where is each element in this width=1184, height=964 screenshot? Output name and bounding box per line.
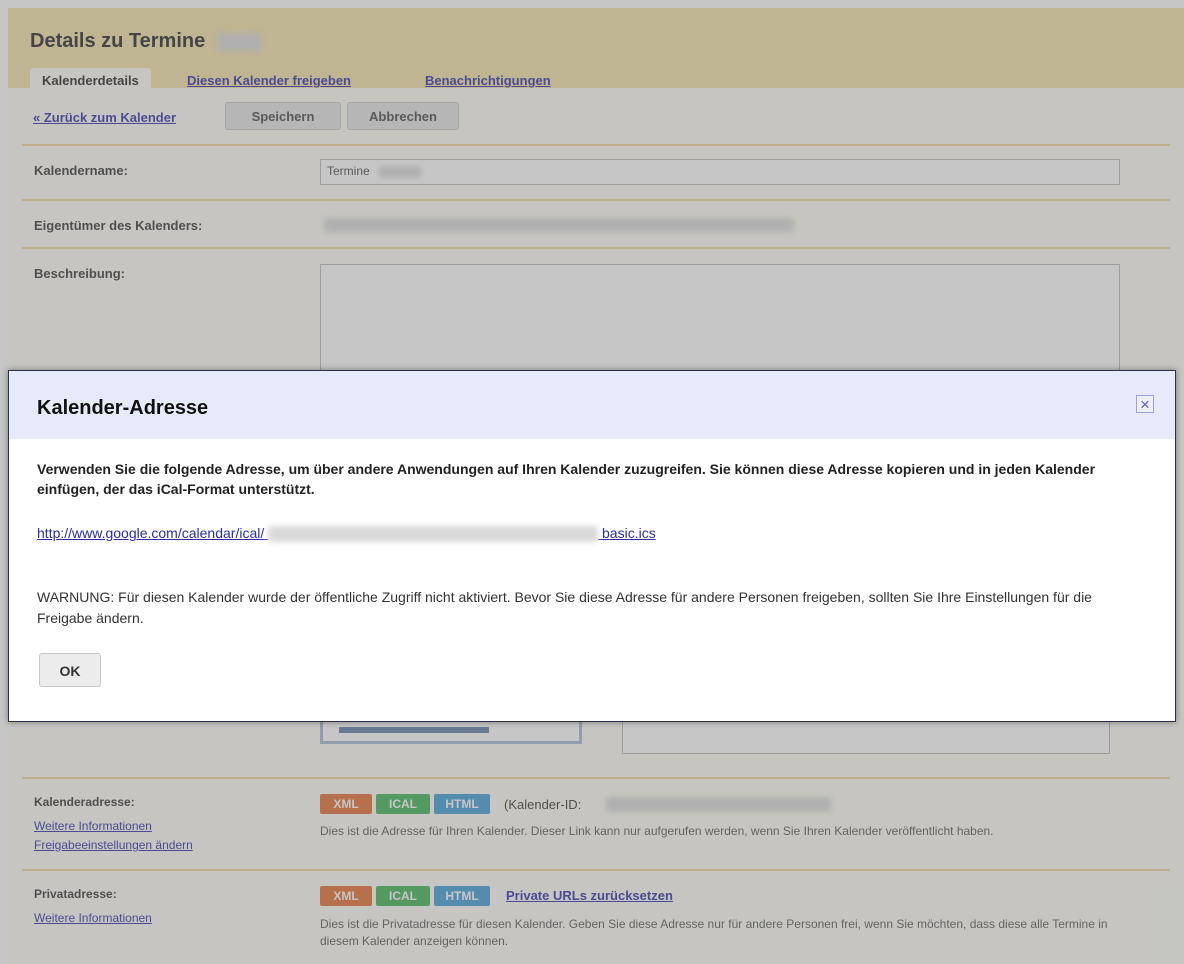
calendar-address-dialog: Kalender-Adresse × Verwenden Sie die fol… bbox=[8, 370, 1176, 722]
ok-button[interactable]: OK bbox=[39, 653, 101, 687]
dialog-warning-text: WARNUNG: Für diesen Kalender wurde der ö… bbox=[37, 589, 1092, 626]
redacted-calendar-id bbox=[268, 526, 599, 543]
dialog-title: Kalender-Adresse bbox=[37, 397, 209, 419]
ical-address-suffix: basic.ics bbox=[602, 525, 656, 541]
ical-address-link[interactable]: http://www.google.com/calendar/ical/ bas… bbox=[37, 525, 656, 543]
dialog-intro-text: Verwenden Sie die folgende Adresse, um ü… bbox=[37, 461, 1096, 497]
ical-address-prefix: http://www.google.com/calendar/ical/ bbox=[37, 525, 265, 541]
close-icon[interactable]: × bbox=[1136, 395, 1154, 413]
dialog-header: Kalender-Adresse × bbox=[9, 371, 1175, 439]
calendar-settings-page: Details zu Termine Kalenderdetails Diese… bbox=[0, 0, 1184, 964]
